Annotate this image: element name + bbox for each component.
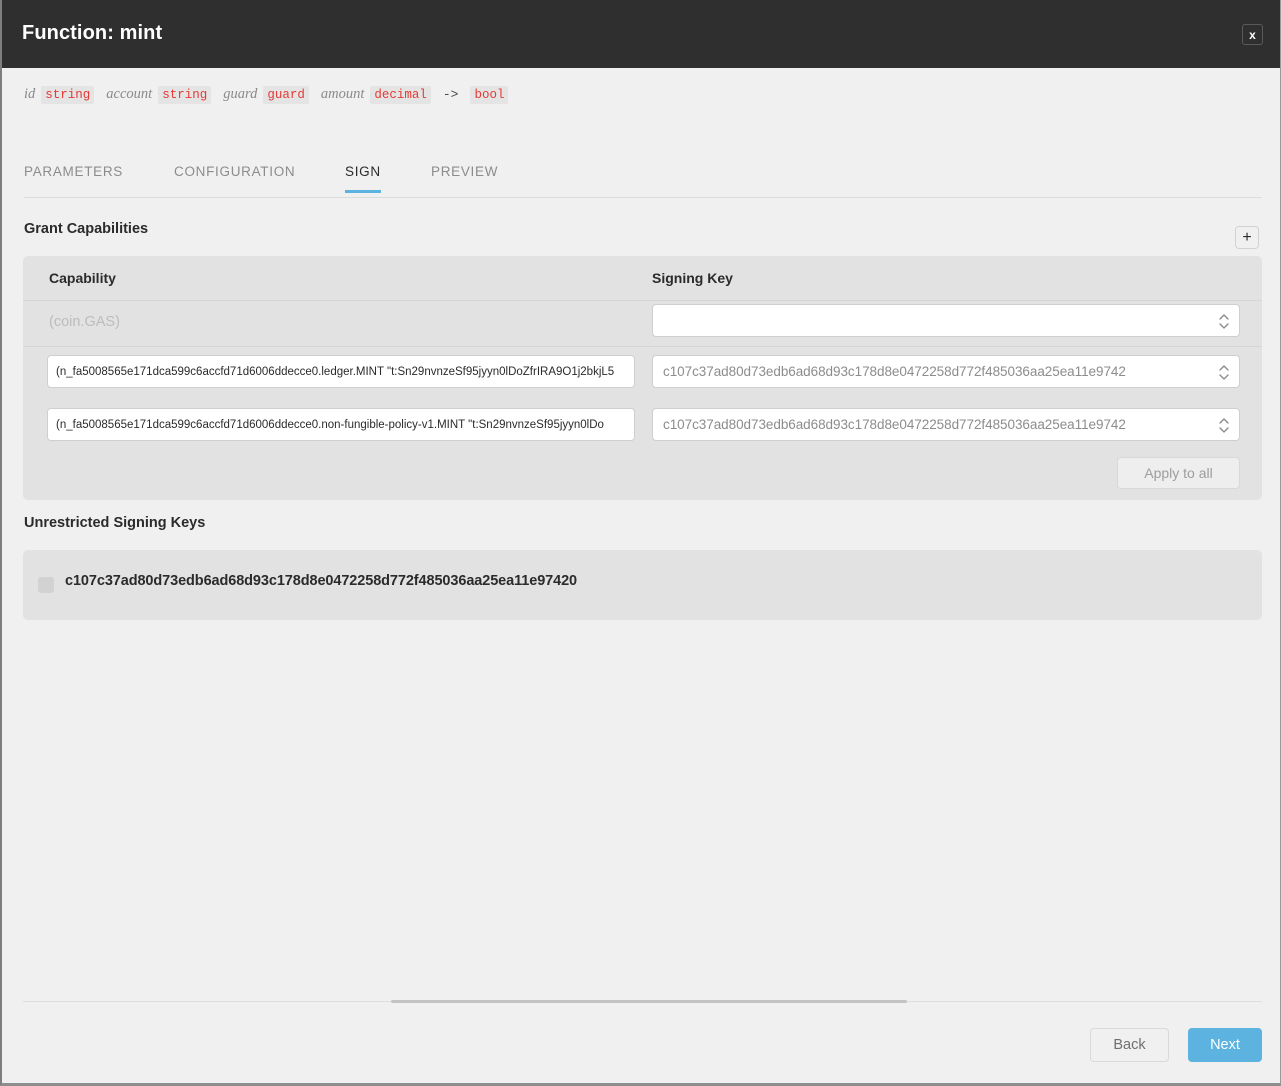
- signature-arrow: ->: [442, 87, 459, 102]
- add-capability-button[interactable]: +: [1235, 226, 1259, 249]
- signing-key-value: c107c37ad80d73edb6ad68d93c178d8e0472258d…: [663, 417, 1126, 432]
- function-signature: id string account string guard guard amount dec…: [24, 86, 520, 104]
- chevron-updown-icon[interactable]: [1218, 310, 1230, 333]
- signature-param-name: amount: [320, 86, 365, 102]
- tab-preview[interactable]: PREVIEW: [431, 164, 498, 190]
- unrestricted-key-value: c107c37ad80d73edb6ad68d93c178d8e0472258d…: [65, 573, 578, 589]
- tab-bar: PARAMETERS CONFIGURATION SIGN PREVIEW: [24, 164, 1262, 198]
- back-button[interactable]: Back: [1090, 1028, 1169, 1062]
- capabilities-table-header: Capability Signing Key: [23, 256, 1262, 301]
- chevron-updown-icon[interactable]: [1218, 414, 1230, 437]
- grant-capabilities-heading: Grant Capabilities: [24, 221, 149, 237]
- signing-key-select[interactable]: c107c37ad80d73edb6ad68d93c178d8e0472258d…: [652, 355, 1240, 388]
- list-item: c107c37ad80d73edb6ad68d93c178d8e0472258d…: [23, 572, 1262, 598]
- capability-input[interactable]: [47, 355, 635, 388]
- dialog-titlebar: Function: mint x: [2, 0, 1280, 68]
- signing-key-select[interactable]: c107c37ad80d73edb6ad68d93c178d8e0472258d…: [652, 408, 1240, 441]
- signature-param-name: id: [24, 86, 36, 102]
- tab-sign[interactable]: SIGN: [345, 164, 381, 193]
- table-row: c107c37ad80d73edb6ad68d93c178d8e0472258d…: [23, 353, 1262, 399]
- page-title: Function: mint: [22, 22, 163, 44]
- unrestricted-signing-keys-heading: Unrestricted Signing Keys: [24, 515, 206, 531]
- signature-param-type: decimal: [370, 86, 431, 104]
- column-header-signing-key: Signing Key: [652, 270, 733, 286]
- column-header-capability: Capability: [49, 270, 116, 286]
- unrestricted-signing-keys-panel: c107c37ad80d73edb6ad68d93c178d8e0472258d…: [23, 550, 1262, 620]
- next-button[interactable]: Next: [1188, 1028, 1262, 1062]
- gas-signing-key-select[interactable]: [652, 304, 1240, 337]
- gas-capability-label: (coin.GAS): [49, 314, 120, 330]
- close-icon[interactable]: x: [1242, 24, 1263, 45]
- function-mint-dialog: Function: mint x id string account string gu…: [0, 0, 1281, 1086]
- apply-to-all-button[interactable]: Apply to all: [1117, 457, 1240, 489]
- horizontal-scrollbar[interactable]: [391, 1000, 907, 1003]
- tab-configuration[interactable]: CONFIGURATION: [174, 164, 295, 190]
- capability-input[interactable]: [47, 408, 635, 441]
- signature-param-name: guard: [223, 86, 258, 102]
- signing-key-value: c107c37ad80d73edb6ad68d93c178d8e0472258d…: [663, 364, 1126, 379]
- table-row: c107c37ad80d73edb6ad68d93c178d8e0472258d…: [23, 406, 1262, 452]
- grant-capabilities-panel: Capability Signing Key (coin.GAS) c107c3…: [23, 256, 1262, 500]
- chevron-updown-icon[interactable]: [1218, 361, 1230, 384]
- unrestricted-key-checkbox[interactable]: [38, 577, 54, 593]
- signature-param-type: string: [158, 86, 212, 104]
- signature-param-name: account: [106, 86, 153, 102]
- signature-param-type: guard: [263, 86, 309, 104]
- signature-param-type: string: [41, 86, 95, 104]
- signature-return-type: bool: [470, 86, 509, 104]
- tab-parameters[interactable]: PARAMETERS: [24, 164, 123, 190]
